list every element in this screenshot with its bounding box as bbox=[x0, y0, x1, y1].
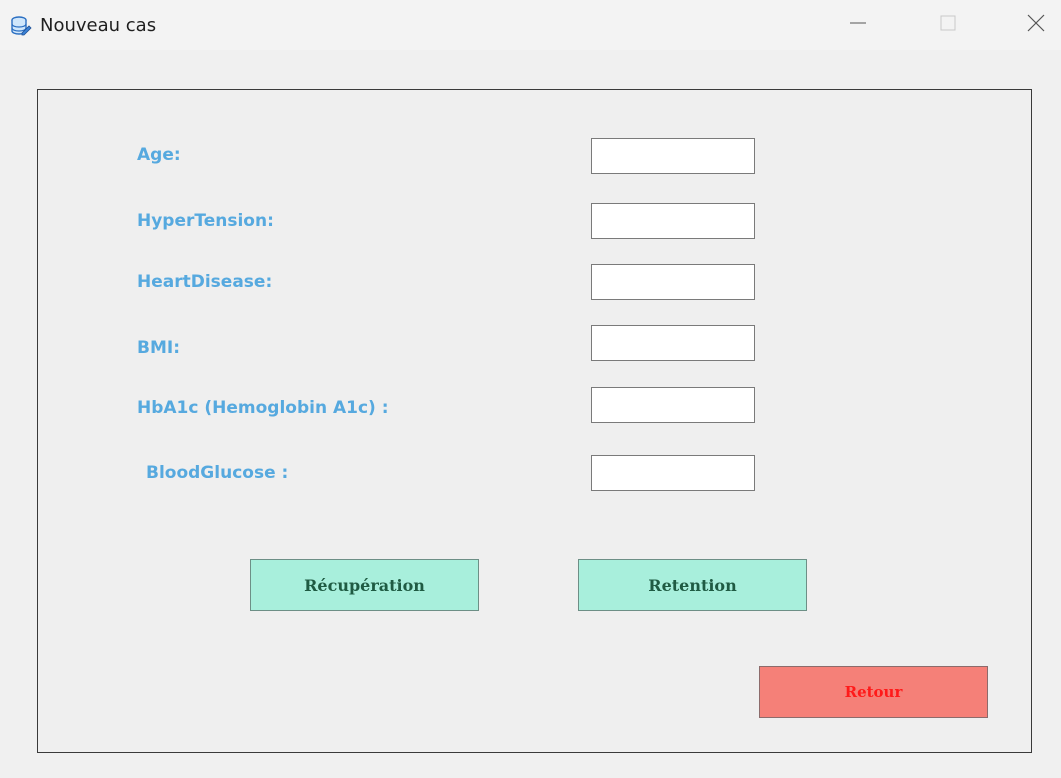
minimize-button[interactable] bbox=[835, 8, 881, 42]
hba1c-input[interactable] bbox=[591, 387, 755, 423]
minimize-icon bbox=[848, 13, 868, 38]
age-label: Age: bbox=[137, 145, 181, 165]
window-title: Nouveau cas bbox=[40, 15, 157, 36]
recuperation-button-label: Récupération bbox=[304, 575, 425, 595]
back-button-label: Retour bbox=[844, 683, 903, 701]
window: Nouveau cas Age: HyperTension: HeartDise… bbox=[0, 0, 1061, 778]
heartdisease-input[interactable] bbox=[591, 264, 755, 300]
retention-button-label: Retention bbox=[648, 575, 737, 595]
hba1c-label: HbA1c (Hemoglobin A1c) : bbox=[137, 398, 389, 418]
back-button[interactable]: Retour bbox=[759, 666, 988, 718]
bloodglucose-label: BloodGlucose : bbox=[146, 463, 289, 483]
retention-button[interactable]: Retention bbox=[578, 559, 807, 611]
recuperation-button[interactable]: Récupération bbox=[250, 559, 479, 611]
close-button[interactable] bbox=[1013, 8, 1059, 42]
database-edit-icon bbox=[10, 16, 32, 36]
age-input[interactable] bbox=[591, 138, 755, 174]
hypertension-label: HyperTension: bbox=[137, 211, 274, 231]
form-panel bbox=[37, 89, 1032, 753]
heartdisease-label: HeartDisease: bbox=[137, 272, 273, 292]
hypertension-input[interactable] bbox=[591, 203, 755, 239]
maximize-icon bbox=[938, 13, 958, 38]
bmi-label: BMI: bbox=[137, 338, 180, 358]
bloodglucose-input[interactable] bbox=[591, 455, 755, 491]
maximize-button[interactable] bbox=[925, 8, 971, 42]
bmi-input[interactable] bbox=[591, 325, 755, 361]
title-bar[interactable]: Nouveau cas bbox=[0, 0, 1061, 50]
close-icon bbox=[1026, 13, 1046, 38]
